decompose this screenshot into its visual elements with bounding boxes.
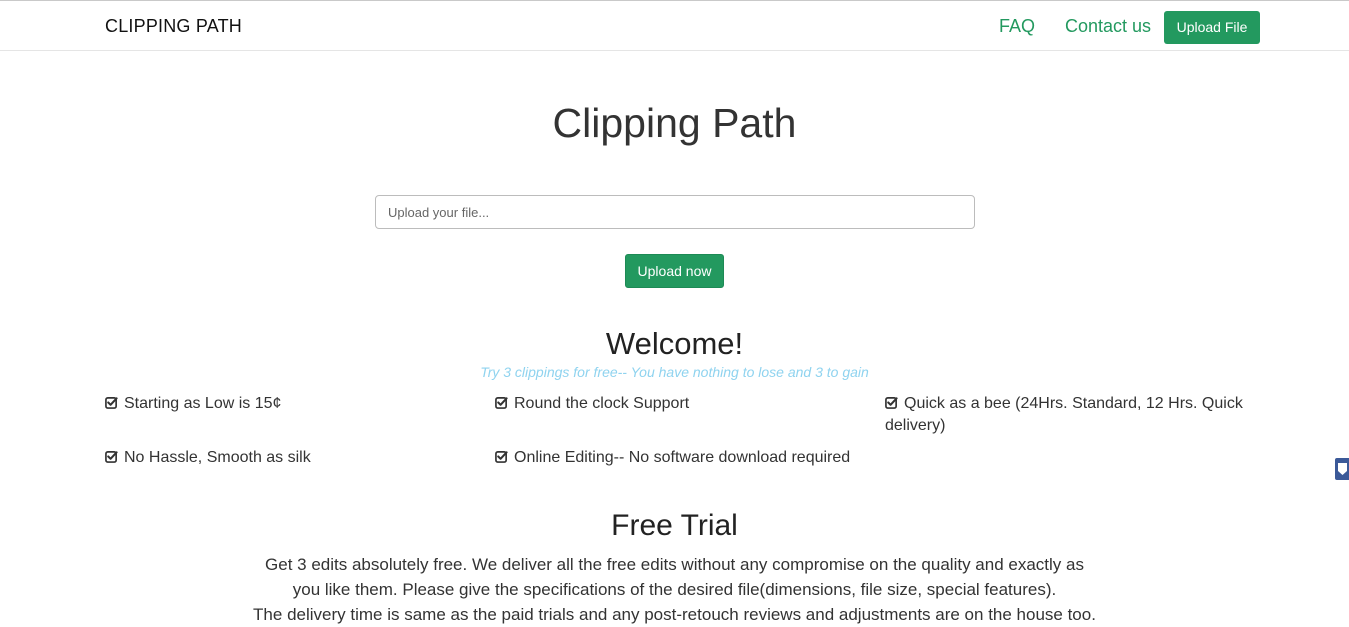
side-feedback-tab[interactable] [1335,458,1349,480]
chevron-down-icon [1338,463,1347,475]
free-trial-line: Get 3 edits absolutely free. We deliver … [265,555,1084,574]
nav-link-contact[interactable]: Contact us [1065,16,1151,37]
feature-item: Starting as Low is 15¢ [105,393,465,415]
feature-text: Online Editing-- No software download re… [514,449,851,466]
upload-file-input[interactable] [375,195,975,229]
page-title: Clipping Path [552,100,797,146]
free-trial-heading: Free Trial [611,509,738,542]
check-square-icon [105,397,118,409]
feature-item: Quick as a bee (24Hrs. Standard, 12 Hrs.… [885,393,1245,437]
top-navbar: CLIPPING PATH FAQ Contact us Upload File [0,0,1349,51]
check-square-icon [885,397,898,409]
check-square-icon [105,451,118,463]
feature-item: No Hassle, Smooth as silk [105,447,465,469]
feature-text: Round the clock Support [514,395,690,412]
upload-file-button[interactable]: Upload File [1164,11,1260,44]
free-trial-line: you like them. Please give the specifica… [292,580,1057,599]
feature-item: Round the clock Support [495,393,855,415]
check-square-icon [495,397,508,409]
welcome-heading: Welcome! [605,326,744,361]
upload-now-button[interactable]: Upload now [625,254,724,288]
feature-item: Online Editing-- No software download re… [495,447,875,469]
feature-text: Quick as a bee (24Hrs. Standard, 12 Hrs.… [885,395,1243,434]
welcome-subtitle: Try 3 clippings for free-- You have noth… [480,364,869,380]
feature-text: Starting as Low is 15¢ [124,395,282,412]
free-trial-description: Get 3 edits absolutely free. We deliver … [174,552,1175,627]
feature-text: No Hassle, Smooth as silk [124,449,311,466]
free-trial-line: The delivery time is same as the paid tr… [253,605,1096,624]
brand-logo[interactable]: CLIPPING PATH [105,16,242,37]
check-square-icon [495,451,508,463]
nav-link-faq[interactable]: FAQ [999,16,1035,37]
